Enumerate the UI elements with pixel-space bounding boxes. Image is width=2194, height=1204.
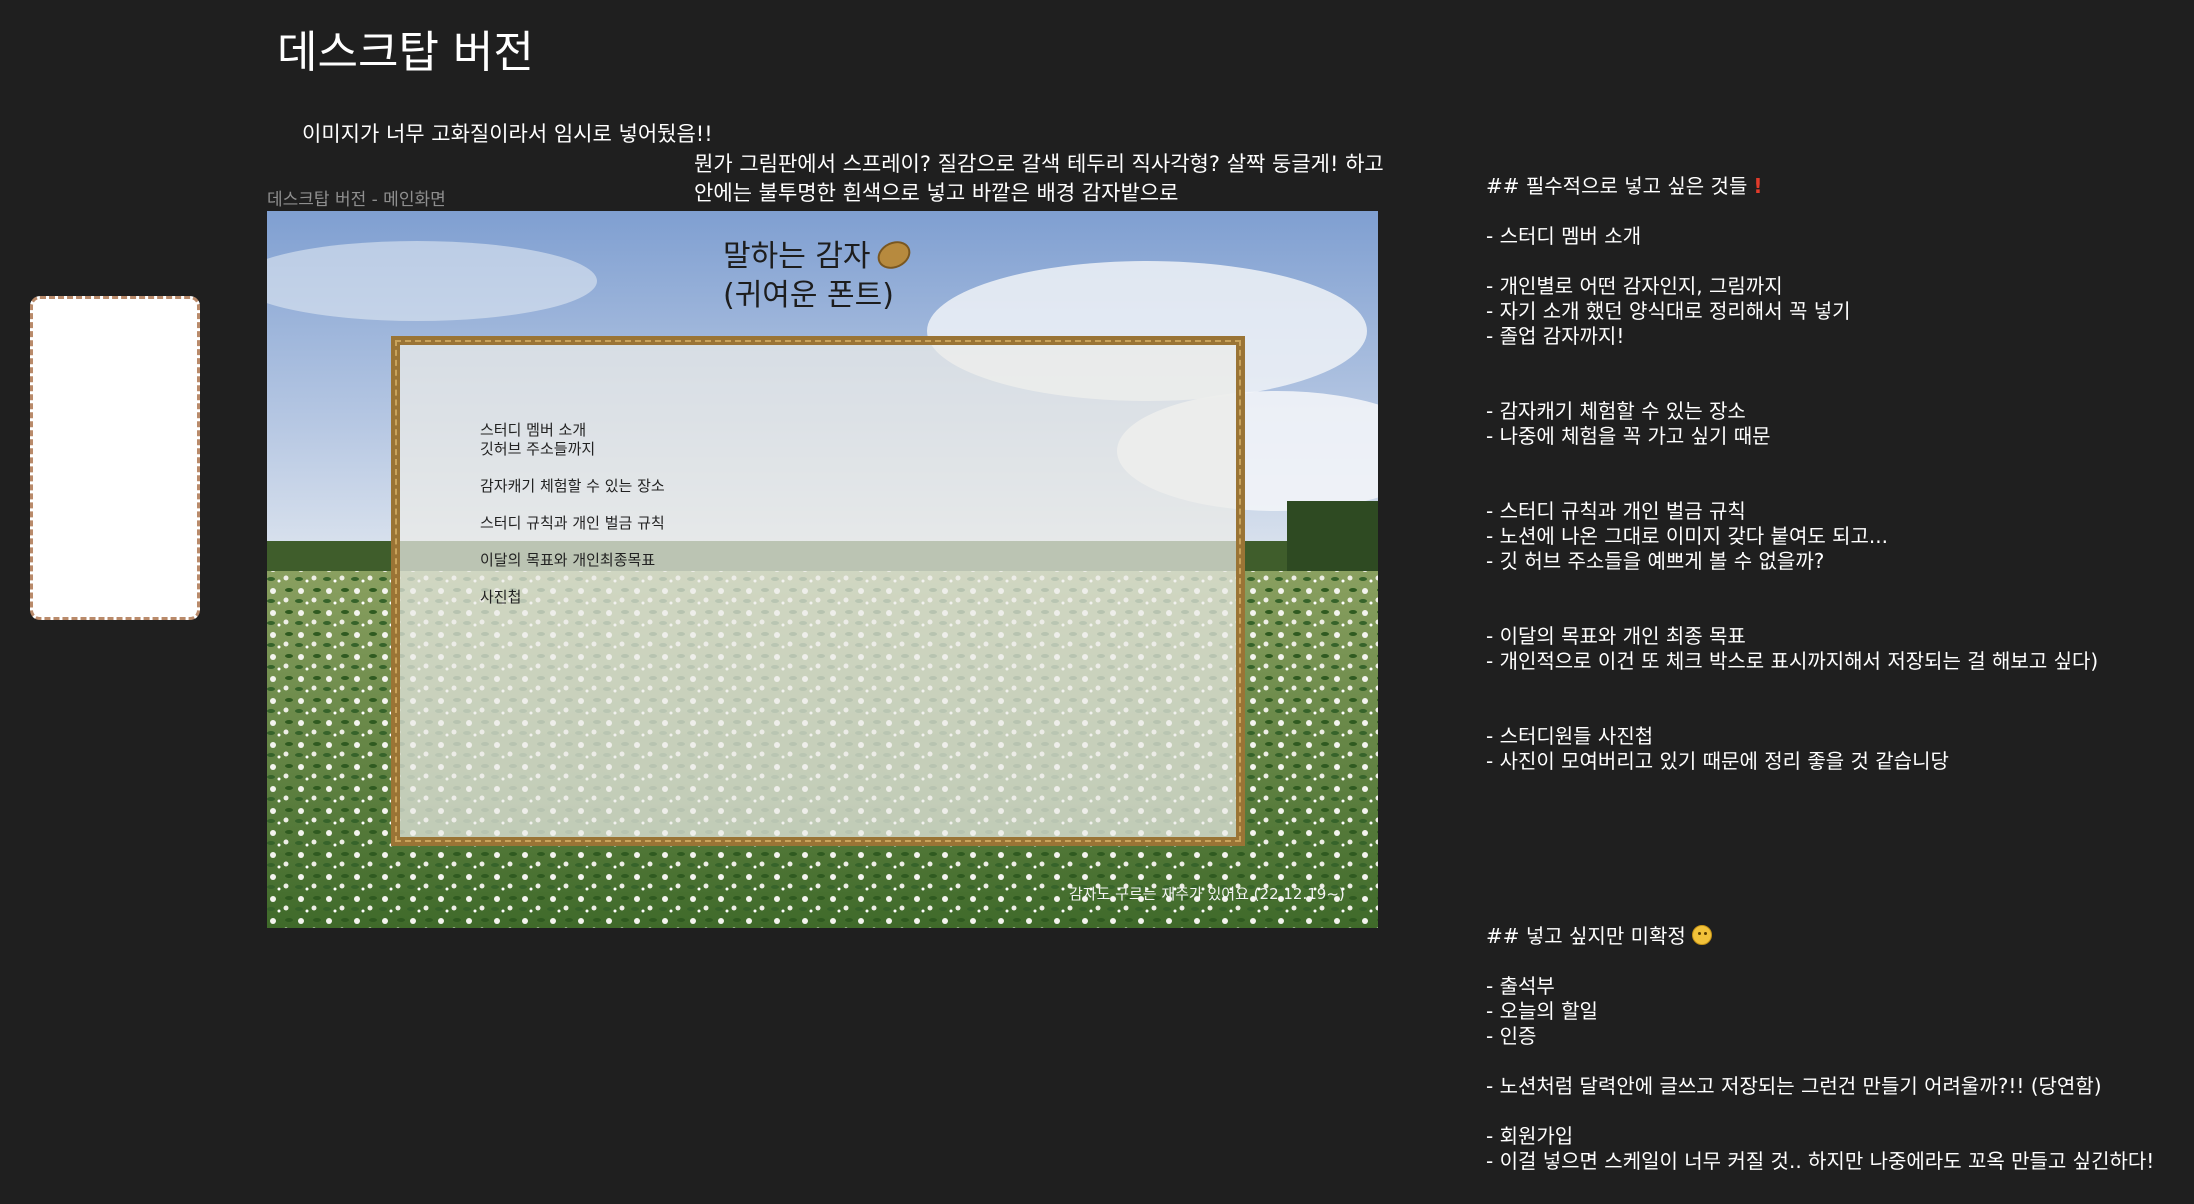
note-line: - 나중에 체험을 꼭 가고 싶기 때문 — [1486, 424, 1771, 448]
exclamation-icon: ! — [1753, 174, 1763, 198]
requirements-notes: ## 필수적으로 넣고 싶은 것들! - 스터디 멤버 소개 - 개인별로 어떤… — [1486, 174, 2154, 1174]
temporary-image-note: 이미지가 너무 고화질이라서 임시로 넣어뒀음!! — [302, 122, 713, 146]
page-title: 데스크탑 버전 — [277, 27, 534, 78]
brand-font-note: (귀여운 폰트) — [723, 278, 894, 313]
note-line: - 스터디 멤버 소개 — [1486, 224, 1642, 248]
mobile-mockup-frame — [30, 296, 200, 620]
note-line: - 졸업 감자까지! — [1486, 324, 1625, 348]
mockup-caption: 데스크탑 버전 - 메인화면 — [267, 190, 446, 210]
menu-item-album[interactable]: 사진첩 — [480, 588, 665, 607]
menu-item-members[interactable]: 스터디 멤버 소개 — [480, 421, 665, 440]
note-line: - 스터디 규칙과 개인 벌금 규칙 — [1486, 499, 1746, 523]
required-heading: ## 필수적으로 넣고 싶은 것들! — [1486, 174, 1763, 198]
note-line: - 회원가입 — [1486, 1124, 1574, 1148]
note-line: - 개인적으로 이건 또 체크 박스로 표시까지해서 저장되는 걸 해보고 싶다… — [1486, 649, 2099, 673]
design-note: 뭔가 그림판에서 스프레이? 질감으로 갈색 테두리 직사각형? 살짝 둥글게!… — [694, 152, 1384, 205]
menu-item-rules[interactable]: 스터디 규칙과 개인 벌금 규칙 — [480, 514, 665, 533]
thinking-face-icon — [1691, 925, 1712, 945]
brand-title: 말하는 감자 (귀여운 폰트) — [723, 235, 915, 315]
note-line: - 오늘의 할일 — [1486, 999, 1598, 1023]
note-line: - 이걸 넣으면 스케일이 너무 커질 것.. 하지만 나중에라도 꼬옥 만들고… — [1486, 1149, 2155, 1173]
note-line: - 스터디원들 사진첩 — [1486, 724, 1654, 748]
menu-item-goals[interactable]: 이달의 목표와 개인최종목표 — [480, 551, 665, 570]
note-line: - 이달의 목표와 개인 최종 목표 — [1486, 624, 1746, 648]
note-line: - 자기 소개 했던 양식대로 정리해서 꼭 넣기 — [1486, 299, 1851, 323]
note-line: - 인증 — [1486, 1024, 1537, 1048]
note-line: - 감자캐기 체험할 수 있는 장소 — [1486, 399, 1746, 423]
note-line: - 깃 허브 주소들을 예쁘게 볼 수 없을까? — [1486, 549, 1825, 573]
optional-heading: ## 넣고 싶지만 미확정 — [1486, 924, 2154, 949]
note-line: - 노션에 나온 그대로 이미지 갖다 붙여도 되고... — [1486, 524, 1888, 548]
note-line: - 개인별로 어떤 감자인지, 그림까지 — [1486, 274, 1783, 298]
note-line: - 노션처럼 달력안에 글쓰고 저장되는 그런건 만들기 어려울까?!! (당연… — [1486, 1074, 2102, 1098]
note-line: - 출석부 — [1486, 974, 1555, 998]
menu-item-github[interactable]: 깃허브 주소들까지 — [480, 440, 665, 459]
potato-icon — [872, 235, 915, 274]
note-line: - 사진이 모여버리고 있기 때문에 정리 좋을 것 같습니당 — [1486, 749, 1949, 773]
content-panel: 스터디 멤버 소개 깃허브 주소들까지 감자캐기 체험할 수 있는 장소 스터디… — [391, 336, 1245, 846]
menu-item-potato-place[interactable]: 감자캐기 체험할 수 있는 장소 — [480, 477, 665, 496]
main-menu: 스터디 멤버 소개 깃허브 주소들까지 감자캐기 체험할 수 있는 장소 스터디… — [480, 421, 665, 625]
mockup-footer: 감자도 구르는 재주가 있어요 (22.12.19~) — [1069, 885, 1345, 903]
desktop-mockup-image: 말하는 감자 (귀여운 폰트) 스터디 멤버 소개 깃허브 주소들까지 감자캐기… — [267, 211, 1378, 928]
brand-name: 말하는 감자 — [723, 239, 871, 274]
